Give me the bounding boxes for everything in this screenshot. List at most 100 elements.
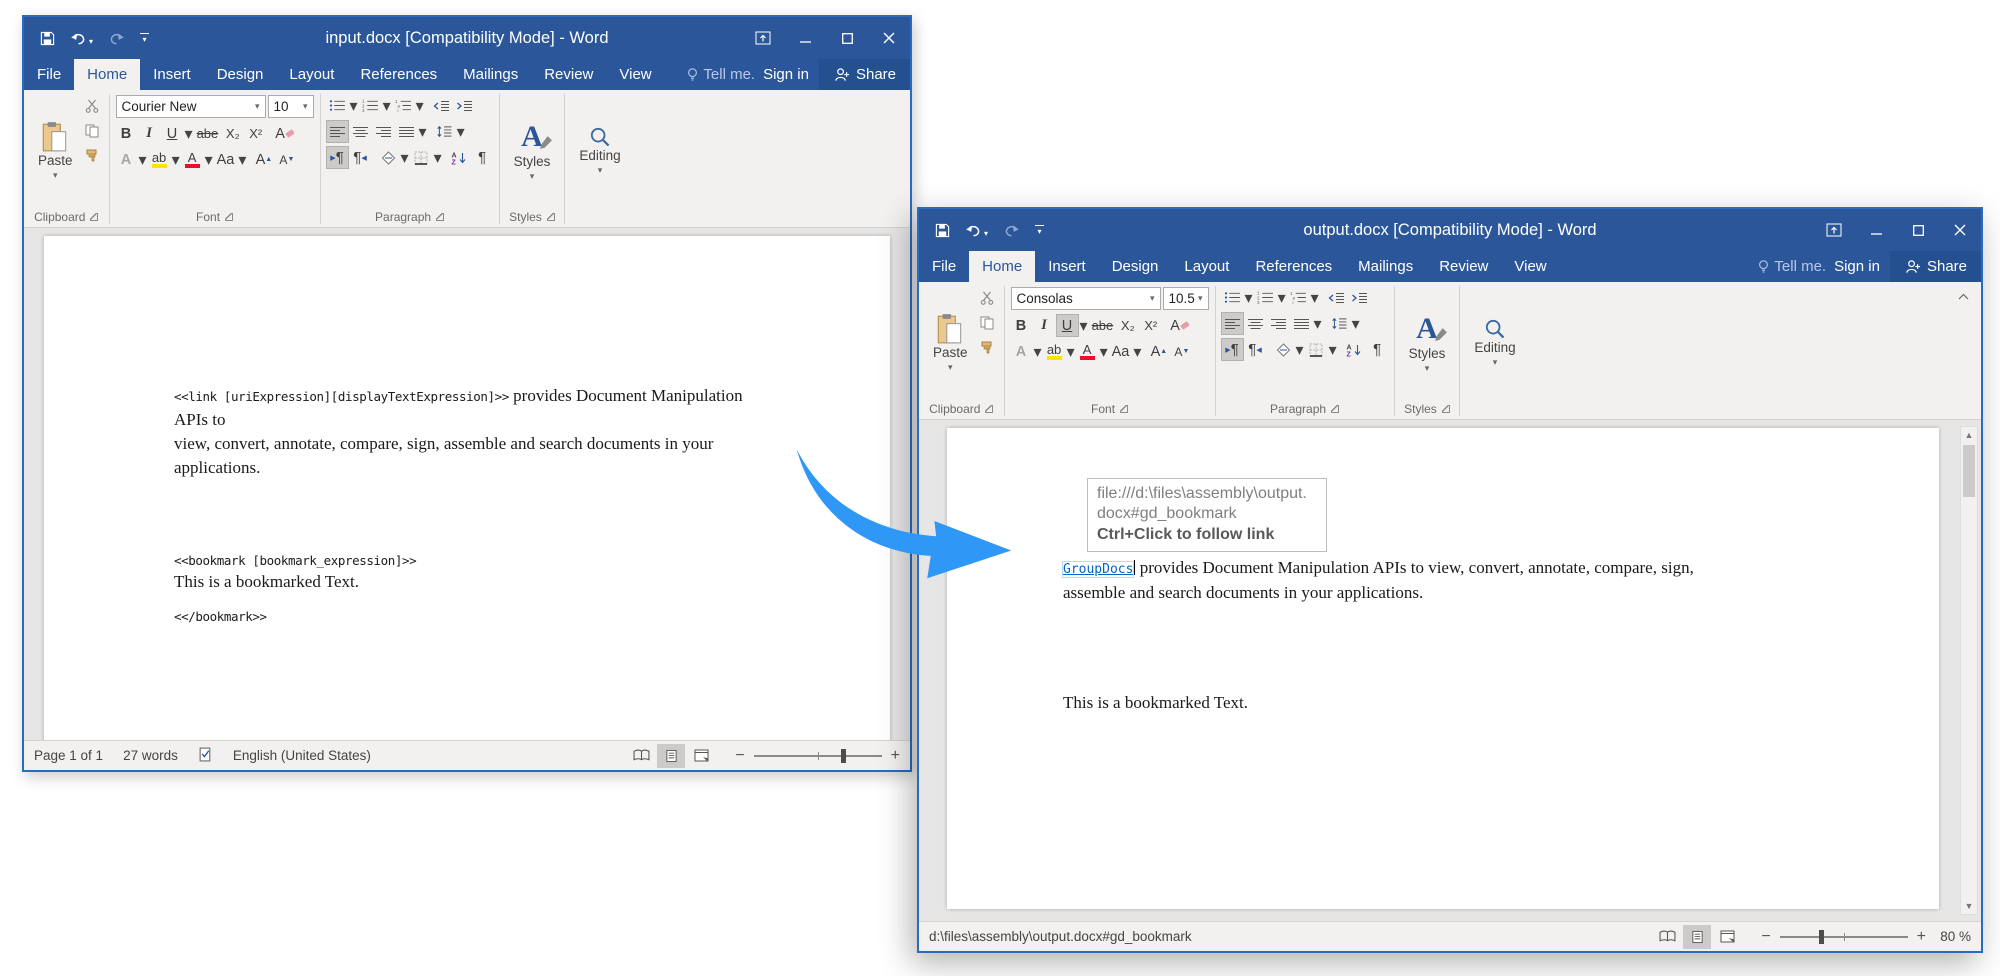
tab-mailings[interactable]: Mailings [450,59,531,90]
align-center-button[interactable] [350,121,371,142]
grow-font-button[interactable]: A [1148,341,1169,362]
tab-review[interactable]: Review [1426,251,1501,282]
tab-layout[interactable]: Layout [276,59,347,90]
align-left-button[interactable] [1222,313,1243,334]
zoom-slider[interactable] [1780,936,1908,938]
font-size-select[interactable]: 10▾ [268,95,314,118]
underline-dropdown-icon[interactable]: ▾ [1080,316,1088,336]
paste-button[interactable]: Paste ▾ [30,95,81,207]
groupdocs-hyperlink[interactable]: GroupDocs [1063,562,1133,577]
shading-button[interactable] [378,147,399,168]
maximize-button[interactable] [826,17,868,59]
tab-file[interactable]: File [24,59,74,90]
tell-me-box[interactable]: Tell me. [683,59,759,90]
strikethrough-button[interactable]: abe [195,123,221,144]
bullet-list-button[interactable] [327,95,348,116]
ltr-paragraph-button[interactable]: ▶¶ [327,147,348,168]
superscript-button[interactable]: X² [245,123,266,144]
zoom-slider-handle[interactable] [1819,930,1824,944]
italic-button[interactable]: I [139,123,160,144]
zoom-slider-handle[interactable] [841,749,846,763]
redo-button[interactable] [1003,223,1020,238]
tab-layout[interactable]: Layout [1171,251,1242,282]
numbered-list-button[interactable]: 123 [360,95,381,116]
shading-button[interactable] [1273,339,1294,360]
editing-dropdown-icon[interactable]: ▾ [598,165,603,176]
copy-button[interactable] [980,316,994,335]
align-right-button[interactable] [373,121,394,142]
sign-in-link[interactable]: Sign in [759,59,819,90]
highlight-button[interactable]: ab [149,149,170,170]
close-button[interactable] [1939,209,1981,251]
zoom-out-button[interactable]: − [735,747,744,765]
zoom-in-button[interactable]: + [891,747,900,765]
tab-home[interactable]: Home [969,251,1035,282]
scrollbar-thumb[interactable] [1963,445,1975,497]
multilevel-list-button[interactable]: 1ai [393,95,414,116]
customize-qat-icon[interactable]: ▾ [140,33,149,44]
bullet-list-button[interactable] [1222,287,1243,308]
grow-font-button[interactable]: A [253,149,274,170]
minimize-button[interactable] [1855,209,1897,251]
tab-insert[interactable]: Insert [1035,251,1099,282]
minimize-button[interactable] [784,17,826,59]
tab-review[interactable]: Review [531,59,606,90]
undo-button[interactable]: ▾ [70,31,93,46]
multilevel-list-button[interactable]: 1ai [1288,287,1309,308]
dialog-launcher-icon[interactable] [1442,405,1450,413]
tab-insert[interactable]: Insert [140,59,204,90]
editing-button[interactable]: Editing ▾ [571,95,628,207]
borders-button[interactable] [1306,339,1327,360]
word-count[interactable]: 27 words [123,748,178,763]
tab-view[interactable]: View [1501,251,1559,282]
rtl-paragraph-button[interactable]: ¶◀ [350,147,371,168]
rtl-paragraph-button[interactable]: ¶◀ [1245,339,1266,360]
dialog-launcher-icon[interactable] [547,213,555,221]
language-indicator[interactable]: English (United States) [233,748,371,763]
read-mode-button[interactable] [1653,925,1681,949]
bold-button[interactable]: B [1011,315,1032,336]
ribbon-display-options-icon[interactable] [742,17,784,59]
redo-button[interactable] [108,31,125,46]
justify-button[interactable] [1291,313,1312,334]
tab-references[interactable]: References [1242,251,1345,282]
change-case-button[interactable]: Aa [215,149,237,170]
shrink-font-button[interactable]: A [1171,341,1192,362]
tab-mailings[interactable]: Mailings [1345,251,1426,282]
paste-button[interactable]: Paste ▾ [925,287,976,399]
tab-design[interactable]: Design [204,59,277,90]
tab-references[interactable]: References [347,59,450,90]
styles-button[interactable]: A Styles ▾ [506,95,559,207]
styles-dropdown-icon[interactable]: ▾ [530,171,535,182]
web-layout-button[interactable] [1713,925,1741,949]
styles-dropdown-icon[interactable]: ▾ [1425,363,1430,374]
close-button[interactable] [868,17,910,59]
proofing-icon[interactable] [198,747,213,765]
tab-home[interactable]: Home [74,59,140,90]
document-page[interactable]: file:///d:\files\assembly\output. docx#g… [947,428,1939,909]
dialog-launcher-icon[interactable] [1120,405,1128,413]
italic-button[interactable]: I [1034,315,1055,336]
zoom-slider[interactable] [754,755,882,757]
borders-button[interactable] [411,147,432,168]
dialog-launcher-icon[interactable] [225,213,233,221]
zoom-in-button[interactable]: + [1917,928,1926,946]
share-button[interactable]: Share [1890,251,1981,282]
styles-button[interactable]: A Styles ▾ [1401,287,1454,399]
font-size-select[interactable]: 10.5▾ [1163,287,1209,310]
dialog-launcher-icon[interactable] [985,405,993,413]
font-name-select[interactable]: Courier New▾ [116,95,266,118]
cut-button[interactable] [85,99,99,118]
line-spacing-button[interactable] [1329,313,1350,334]
underline-button[interactable]: U [1057,315,1078,336]
sort-button[interactable]: AZ [449,147,470,168]
print-layout-button[interactable] [657,744,685,768]
maximize-button[interactable] [1897,209,1939,251]
underline-button[interactable]: U [162,123,183,144]
document-page[interactable]: <<link [uriExpression][displayTextExpres… [44,236,890,740]
cut-button[interactable] [980,291,994,310]
strikethrough-button[interactable]: abe [1090,315,1116,336]
shrink-font-button[interactable]: A [276,149,297,170]
customize-qat-icon[interactable]: ▾ [1035,225,1044,236]
dialog-launcher-icon[interactable] [90,213,98,221]
